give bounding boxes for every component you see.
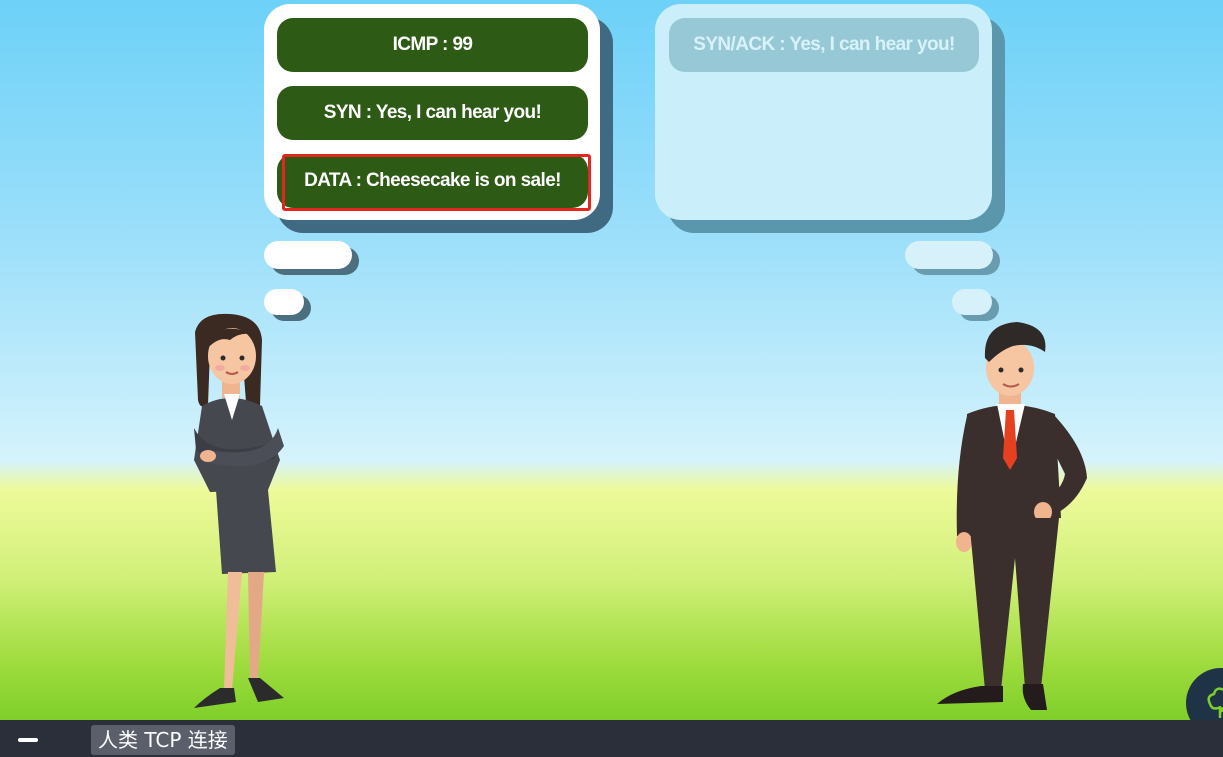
- thought-cloud-large-right: [905, 241, 993, 269]
- cloud-tree-icon: [1207, 687, 1223, 718]
- taskbar: 人类 TCP 连接: [0, 720, 1223, 757]
- thought-cloud-large: [264, 241, 352, 269]
- thought-cloud-small-right: [952, 289, 992, 315]
- right-thought-bubble: SYN/ACK : Yes, I can hear you!: [655, 4, 992, 220]
- woman-character: [194, 313, 284, 708]
- message-syn-ack[interactable]: SYN/ACK : Yes, I can hear you!: [669, 18, 979, 72]
- selection-highlight: [282, 154, 591, 211]
- man-character: [937, 322, 1087, 710]
- game-scene: ICMP : 99 SYN : Yes, I can hear you! DAT…: [0, 0, 1223, 720]
- message-syn[interactable]: SYN : Yes, I can hear you!: [277, 86, 588, 140]
- left-thought-bubble: ICMP : 99 SYN : Yes, I can hear you! DAT…: [264, 4, 600, 220]
- help-button[interactable]: [1186, 668, 1223, 720]
- minimize-icon[interactable]: [18, 738, 38, 742]
- message-icmp[interactable]: ICMP : 99: [277, 18, 588, 72]
- task-window-label[interactable]: 人类 TCP 连接: [91, 725, 235, 755]
